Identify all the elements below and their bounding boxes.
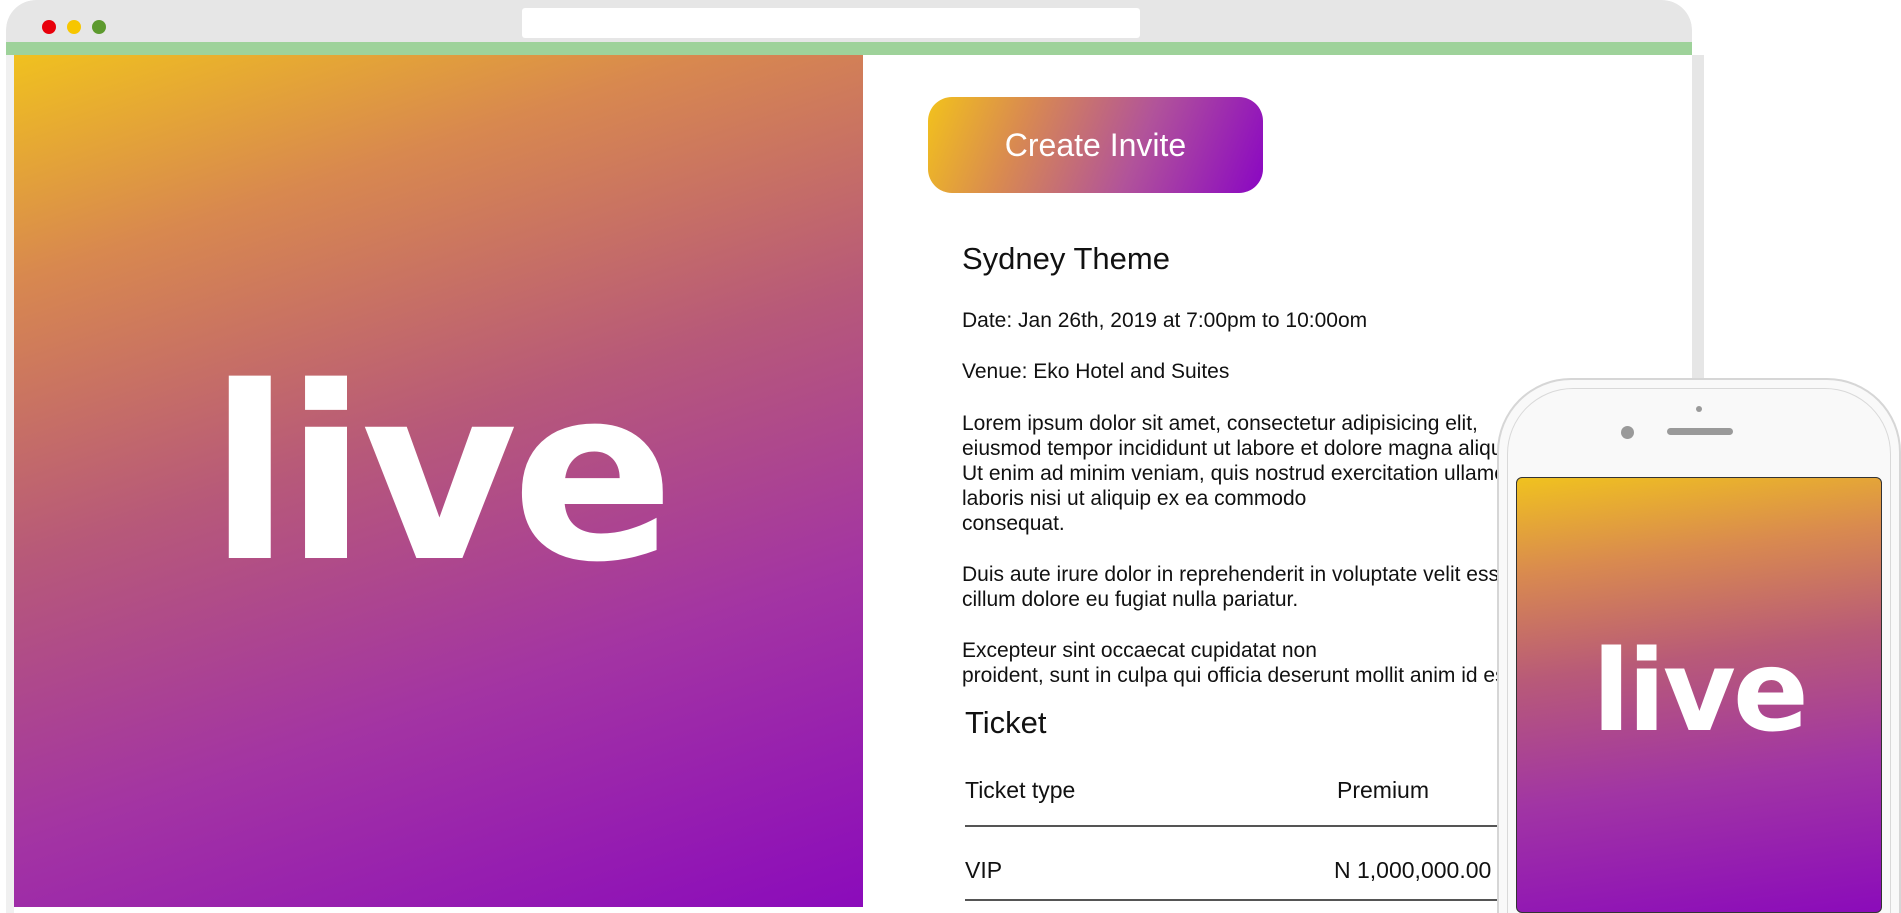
ticket-heading: Ticket — [965, 705, 1047, 740]
phone-camera-icon — [1621, 426, 1634, 439]
description-line: consequat. — [962, 512, 1065, 535]
hero-panel: live — [14, 55, 863, 907]
phone-mockup: live — [1497, 378, 1901, 913]
description-line: laboris nisi ut aliquip ex ea commodo — [962, 487, 1307, 510]
table-divider — [965, 825, 1525, 827]
maximize-window-button[interactable] — [92, 20, 106, 34]
description-line: eiusmod tempor incididunt ut labore et d… — [962, 437, 1521, 460]
accent-strip — [6, 42, 1692, 55]
table-divider — [965, 899, 1525, 901]
phone-live-logo: live — [1592, 627, 1809, 757]
event-venue: Venue: Eko Hotel and Suites — [962, 360, 1230, 383]
browser-titlebar — [6, 0, 1692, 42]
ticket-column-header: Ticket type — [965, 777, 1076, 803]
description-line: Duis aute irure dolor in reprehenderit i… — [962, 563, 1511, 586]
description-line: Ut enim ad minim veniam, quis nostrud ex… — [962, 462, 1517, 485]
description-paragraph: Duis aute irure dolor in reprehenderit i… — [962, 562, 1511, 612]
live-logo: live — [208, 335, 675, 615]
event-title: Sydney Theme — [962, 241, 1170, 276]
close-window-button[interactable] — [42, 20, 56, 34]
ticket-type-cell: VIP — [965, 857, 1003, 883]
browser-frame-left — [6, 55, 14, 913]
phone-screen: live — [1516, 477, 1882, 913]
event-date: Date: Jan 26th, 2019 at 7:00pm to 10:00o… — [962, 309, 1368, 332]
ticket-price-cell: N 1,000,000.00 — [1334, 857, 1492, 883]
minimize-window-button[interactable] — [67, 20, 81, 34]
description-paragraph: Lorem ipsum dolor sit amet, consectetur … — [962, 411, 1520, 536]
ticket-column-header: Premium — [1337, 777, 1430, 803]
description-line: cillum dolore eu fugiat nulla pariatur. — [962, 588, 1299, 611]
phone-sensor-icon — [1696, 406, 1702, 412]
phone-speaker-icon — [1667, 428, 1733, 435]
address-bar[interactable] — [522, 8, 1140, 38]
create-invite-button[interactable]: Create Invite — [928, 97, 1263, 193]
description-line: Lorem ipsum dolor sit amet, consectetur … — [962, 412, 1478, 435]
